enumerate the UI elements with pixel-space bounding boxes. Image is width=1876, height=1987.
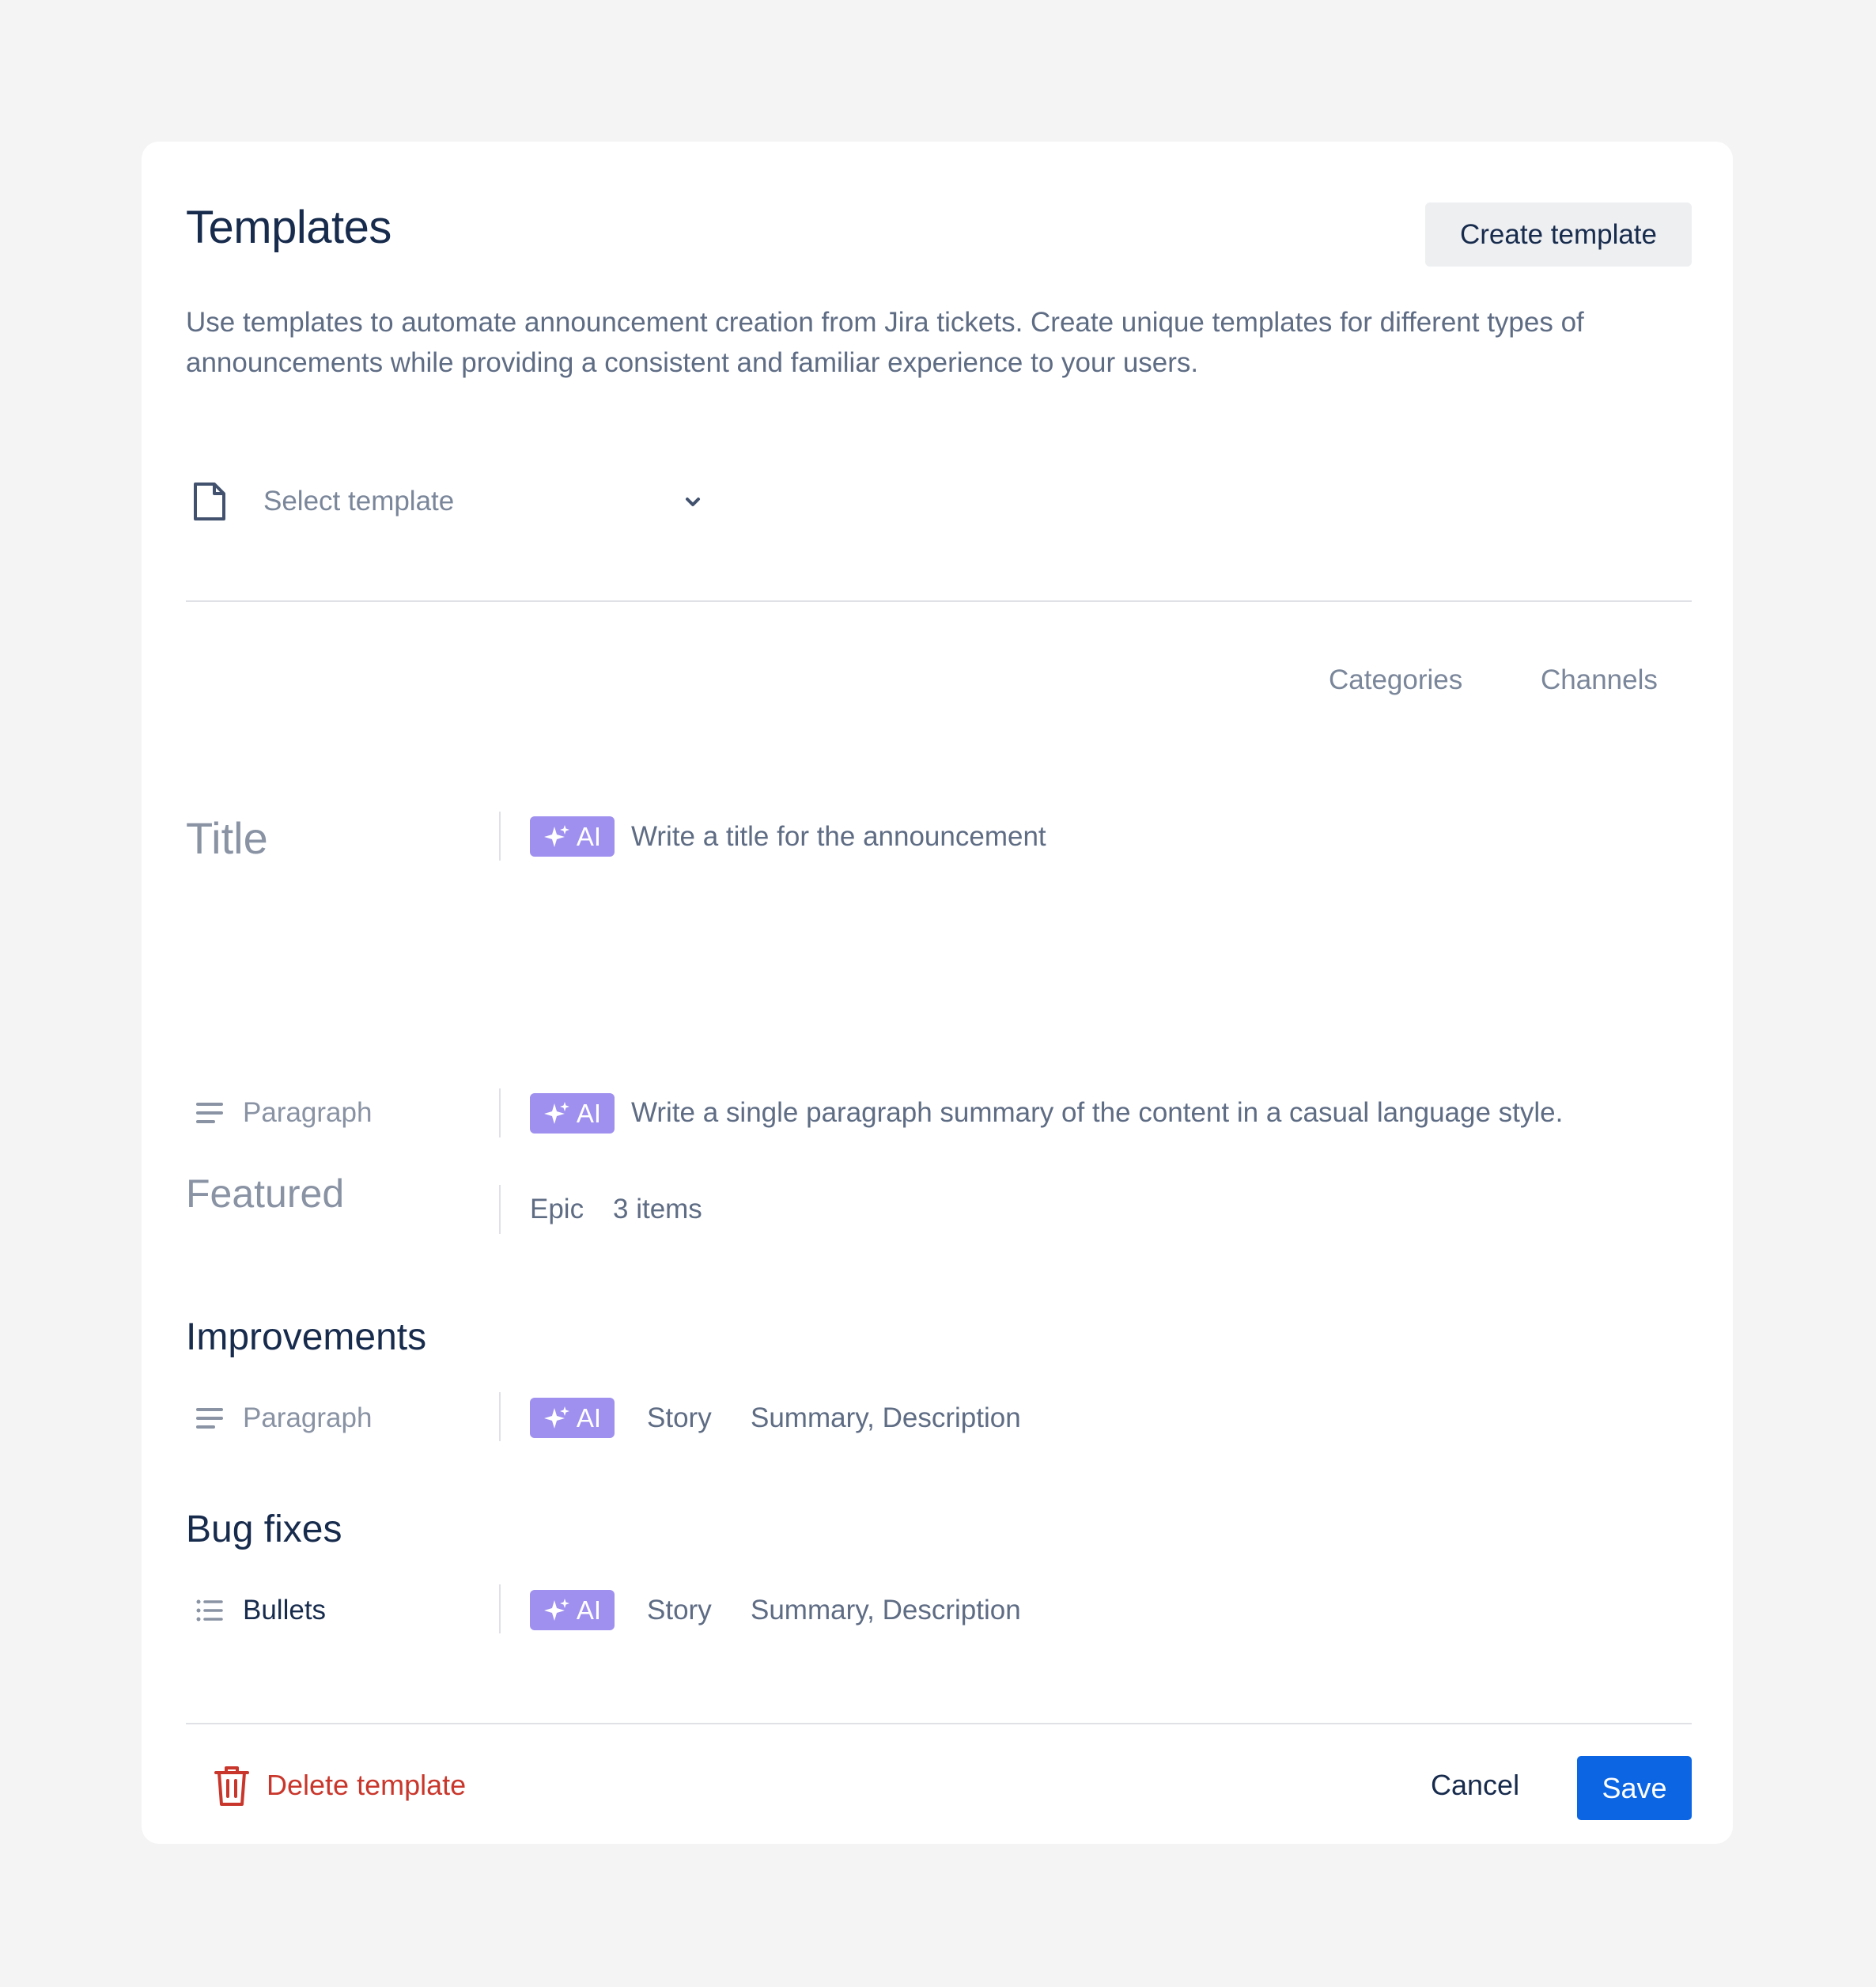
section-title-improvements: Improvements (186, 1316, 427, 1358)
ai-badge[interactable]: AI (530, 1590, 615, 1630)
delete-template-button[interactable]: Delete template (213, 1762, 466, 1809)
ai-badge[interactable]: AI (530, 1398, 615, 1438)
row-separator (499, 812, 501, 861)
bullets-icon (196, 1599, 223, 1622)
intro-format-label: Paragraph (243, 1097, 373, 1128)
featured-issue-type[interactable]: Epic (530, 1195, 584, 1223)
save-button[interactable]: Save (1577, 1756, 1692, 1820)
footer-divider (186, 1723, 1692, 1724)
paragraph-icon (196, 1103, 223, 1123)
tab-channels[interactable]: Channels (1541, 664, 1658, 696)
sparkle-icon (543, 1598, 569, 1621)
ai-badge-label: AI (576, 821, 602, 851)
paragraph-icon (196, 1408, 223, 1429)
select-template-placeholder: Select template (263, 486, 455, 517)
file-icon (194, 483, 225, 520)
sparkle-icon (543, 1101, 569, 1124)
divider (186, 600, 1692, 602)
featured-row-label: Featured (186, 1171, 345, 1216)
featured-item-count[interactable]: 3 items (613, 1195, 702, 1223)
ai-badge-label: AI (576, 1402, 602, 1433)
ai-badge[interactable]: AI (530, 1093, 615, 1134)
template-select[interactable]: Select template (186, 474, 708, 529)
row-separator (499, 1185, 501, 1234)
chevron-down-icon (686, 498, 700, 506)
delete-template-label: Delete template (267, 1769, 467, 1801)
intro-prompt[interactable]: Write a single paragraph summary of the … (631, 1099, 1563, 1126)
tab-categories[interactable]: Categories (1329, 664, 1462, 696)
ai-badge-label: AI (576, 1595, 602, 1625)
trash-icon (214, 1766, 249, 1806)
improvements-format-label: Paragraph (243, 1402, 373, 1433)
bug-fixes-fields[interactable]: Summary, Description (751, 1596, 1021, 1624)
row-separator (499, 1392, 501, 1441)
ai-badge-label: AI (576, 1098, 602, 1128)
row-separator (499, 1584, 501, 1633)
bug-fixes-format-label: Bullets (243, 1595, 327, 1626)
ai-badge[interactable]: AI (530, 816, 615, 857)
create-template-button[interactable]: Create template (1425, 202, 1692, 267)
title-row-label: Title (186, 813, 268, 863)
sparkle-icon (543, 1406, 569, 1429)
improvements-fields[interactable]: Summary, Description (751, 1404, 1021, 1432)
improvements-issue-type[interactable]: Story (647, 1404, 712, 1432)
title-prompt[interactable]: Write a title for the announcement (631, 823, 1046, 850)
page-description: Use templates to automate announcement c… (186, 307, 1584, 378)
page-title: Templates (186, 202, 391, 253)
cancel-button[interactable]: Cancel (1431, 1758, 1519, 1813)
sparkle-icon (543, 824, 569, 847)
row-separator (499, 1088, 501, 1137)
bug-fixes-issue-type[interactable]: Story (647, 1596, 712, 1624)
section-title-bug-fixes: Bug fixes (186, 1508, 342, 1550)
templates-card: Templates Create template Use templates … (142, 142, 1733, 1844)
